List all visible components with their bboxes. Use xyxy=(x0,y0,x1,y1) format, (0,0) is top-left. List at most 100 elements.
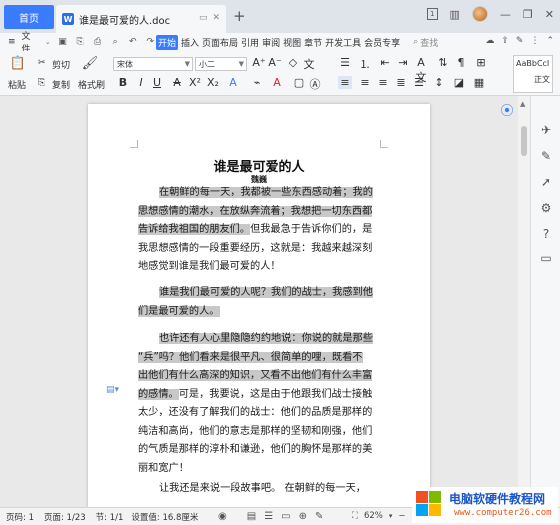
sort-icon[interactable]: ⇅ xyxy=(436,56,450,69)
clear-format-icon[interactable]: ◇ xyxy=(286,56,300,69)
view-print-icon[interactable]: ▤ xyxy=(247,511,256,522)
view-write-icon[interactable]: ✎ xyxy=(315,511,323,522)
align-center-icon[interactable]: ≡ xyxy=(358,76,372,89)
export-pdf-icon[interactable]: ⎘ xyxy=(74,37,86,48)
redo-icon[interactable]: ↷ xyxy=(144,37,156,48)
numbered-list-icon[interactable]: ⒈ xyxy=(358,56,372,72)
maximize-icon[interactable]: ❐ xyxy=(523,8,533,21)
view-page-icon[interactable]: ▭ xyxy=(281,511,290,522)
search-box[interactable]: ⌕ 查找 xyxy=(413,36,438,49)
italic-icon[interactable]: I xyxy=(134,76,148,89)
paste-icon[interactable]: 📋 xyxy=(10,55,26,71)
undo-icon[interactable]: ↶ xyxy=(127,37,139,48)
distribute-icon[interactable]: ☰ xyxy=(412,76,426,89)
cut-icon[interactable]: ✂ xyxy=(38,58,46,68)
subscript-icon[interactable]: X₂ xyxy=(206,76,220,89)
tab-start[interactable]: 开始 xyxy=(156,34,179,50)
avatar[interactable] xyxy=(471,6,488,22)
paragraph-menu-icon[interactable]: ▤▾ xyxy=(106,385,119,395)
border-icon[interactable]: ▦ xyxy=(472,76,486,89)
document-paragraph[interactable]: 在朝鲜的每一天，我都被一些东西感动着；我的 思想感情的潮水，在放纵奔流着；我想把一… xyxy=(138,184,380,277)
view-outline-icon[interactable]: ☰ xyxy=(264,511,273,522)
adjust-icon[interactable]: ⚙ xyxy=(538,200,554,216)
document-page[interactable]: 谁是最可爱的人 魏巍 在朝鲜的每一天，我都被一些东西感动着；我的 思想感情的潮水，… xyxy=(88,104,430,507)
close-icon[interactable]: ✕ xyxy=(545,8,554,21)
print-icon[interactable]: ⎙ xyxy=(92,37,104,48)
tab-insert[interactable]: 插入 xyxy=(181,36,199,49)
justify-icon[interactable]: ≣ xyxy=(394,76,408,89)
align-left-icon[interactable]: ≡ xyxy=(338,76,352,89)
format-painter-icon[interactable]: 🖌 xyxy=(82,55,99,71)
paste-button[interactable]: 粘贴 xyxy=(8,78,26,91)
tab-minimize-icon[interactable]: ▭ xyxy=(199,13,208,23)
minimize-icon[interactable]: — xyxy=(500,8,511,21)
zoom-out-icon[interactable]: − xyxy=(398,511,405,521)
copy-button[interactable]: 复制 xyxy=(52,78,70,91)
style-gallery[interactable]: AaBbCcI 正文 xyxy=(513,55,553,93)
align-right-icon[interactable]: ≡ xyxy=(376,76,390,89)
status-page-code[interactable]: 页码: 1 xyxy=(6,511,34,523)
text-effect-icon[interactable]: A xyxy=(226,76,240,89)
shading-icon[interactable]: ◪ xyxy=(452,76,466,89)
document-paragraph[interactable]: 谁是我们最可爱的人呢？我们的战士，我感到他 们是最可爱的人。 xyxy=(138,284,380,321)
vertical-scrollbar[interactable]: ▲ ▼ xyxy=(518,96,530,507)
tab-view[interactable]: 视图 xyxy=(283,36,301,49)
tab-page-layout[interactable]: 页面布局 xyxy=(202,36,238,49)
increase-indent-icon[interactable]: ⇥ xyxy=(396,56,410,69)
document-paragraph[interactable]: 让我还是来说一段故事吧。 在朝鲜的每一天， xyxy=(138,480,380,499)
char-border-icon[interactable]: ▢ xyxy=(292,76,306,89)
zoom-dropdown-icon[interactable]: ▾ xyxy=(389,512,393,520)
bold-icon[interactable]: B xyxy=(116,76,130,89)
chevron-down-icon[interactable]: ⌄ xyxy=(45,38,51,46)
cloud-icon[interactable]: ☁ xyxy=(485,36,494,46)
superscript-icon[interactable]: X² xyxy=(188,76,202,89)
grow-font-icon[interactable]: A⁺ xyxy=(252,56,266,69)
cut-button[interactable]: 剪切 xyxy=(52,58,70,71)
print-preview-icon[interactable]: ⌕ xyxy=(109,37,121,48)
scrollbar-thumb[interactable] xyxy=(521,126,527,156)
document-workspace[interactable]: 谁是最可爱的人 魏巍 在朝鲜的每一天，我都被一些东西感动着；我的 思想感情的潮水，… xyxy=(0,96,518,507)
tab-review[interactable]: 审阅 xyxy=(262,36,280,49)
more-icon[interactable]: ⋮ xyxy=(530,36,539,46)
status-page[interactable]: 页面: 1/23 xyxy=(44,511,86,523)
tab-developer[interactable]: 开发工具 xyxy=(325,36,361,49)
view-web-icon[interactable]: ⊕ xyxy=(299,511,307,522)
document-paragraph[interactable]: 也许还有人心里隐隐约约地说：你说的就是那些 “兵”吗？他们看来是很平凡、很简单的哩… xyxy=(138,330,380,478)
location-pin-icon[interactable]: ⦿ xyxy=(498,100,516,119)
font-name-select[interactable]: 宋体 ▼ xyxy=(113,57,193,71)
show-marks-icon[interactable]: ¶ xyxy=(454,56,468,69)
strikethrough-icon[interactable]: A xyxy=(170,76,184,89)
fit-page-icon[interactable]: ⛶ xyxy=(352,511,358,521)
tab-close-icon[interactable]: ✕ xyxy=(212,13,220,23)
format-painter-button[interactable]: 格式刷 xyxy=(78,78,105,91)
char-shading-icon[interactable]: Ⓐ xyxy=(308,76,322,92)
save-icon[interactable]: ▣ xyxy=(57,37,69,48)
underline-icon[interactable]: U xyxy=(150,76,164,89)
font-color-icon[interactable]: A xyxy=(270,76,284,89)
eye-protect-icon[interactable]: ◉ xyxy=(218,511,227,522)
scroll-up-icon[interactable]: ▲ xyxy=(520,100,525,108)
shrink-font-icon[interactable]: A⁻ xyxy=(268,56,282,69)
cursor-icon[interactable]: ➚ xyxy=(538,174,554,190)
copy-icon[interactable]: ⎘ xyxy=(38,78,45,88)
help-icon[interactable]: ? xyxy=(538,226,554,242)
home-tab[interactable]: 首页 xyxy=(4,5,54,29)
share-icon[interactable]: ⇪ xyxy=(501,36,509,46)
line-spacing-icon[interactable]: ↕ xyxy=(432,76,446,89)
hamburger-icon[interactable]: ≡ xyxy=(8,37,16,47)
comment-icon[interactable]: ✎ xyxy=(516,36,524,46)
window-badge[interactable]: 1 xyxy=(427,8,438,20)
tab-membership[interactable]: 会员专享 xyxy=(364,36,400,49)
tab-chapter[interactable]: 章节 xyxy=(304,36,322,49)
rocket-icon[interactable]: ✈ xyxy=(538,122,554,138)
new-tab-button[interactable]: + xyxy=(233,7,246,25)
phonetic-icon[interactable]: 文 xyxy=(302,56,316,72)
zoom-level[interactable]: 62% xyxy=(364,511,383,521)
highlight-icon[interactable]: ⌁ xyxy=(250,76,264,89)
font-size-select[interactable]: 小二 ▼ xyxy=(195,57,247,71)
decrease-indent-icon[interactable]: ⇤ xyxy=(378,56,392,69)
status-position[interactable]: 设置值: 16.8厘米 xyxy=(131,511,198,523)
tab-references[interactable]: 引用 xyxy=(241,36,259,49)
layers-icon[interactable]: ▭ xyxy=(538,250,554,266)
collapse-ribbon-icon[interactable]: ⌃ xyxy=(546,36,554,46)
